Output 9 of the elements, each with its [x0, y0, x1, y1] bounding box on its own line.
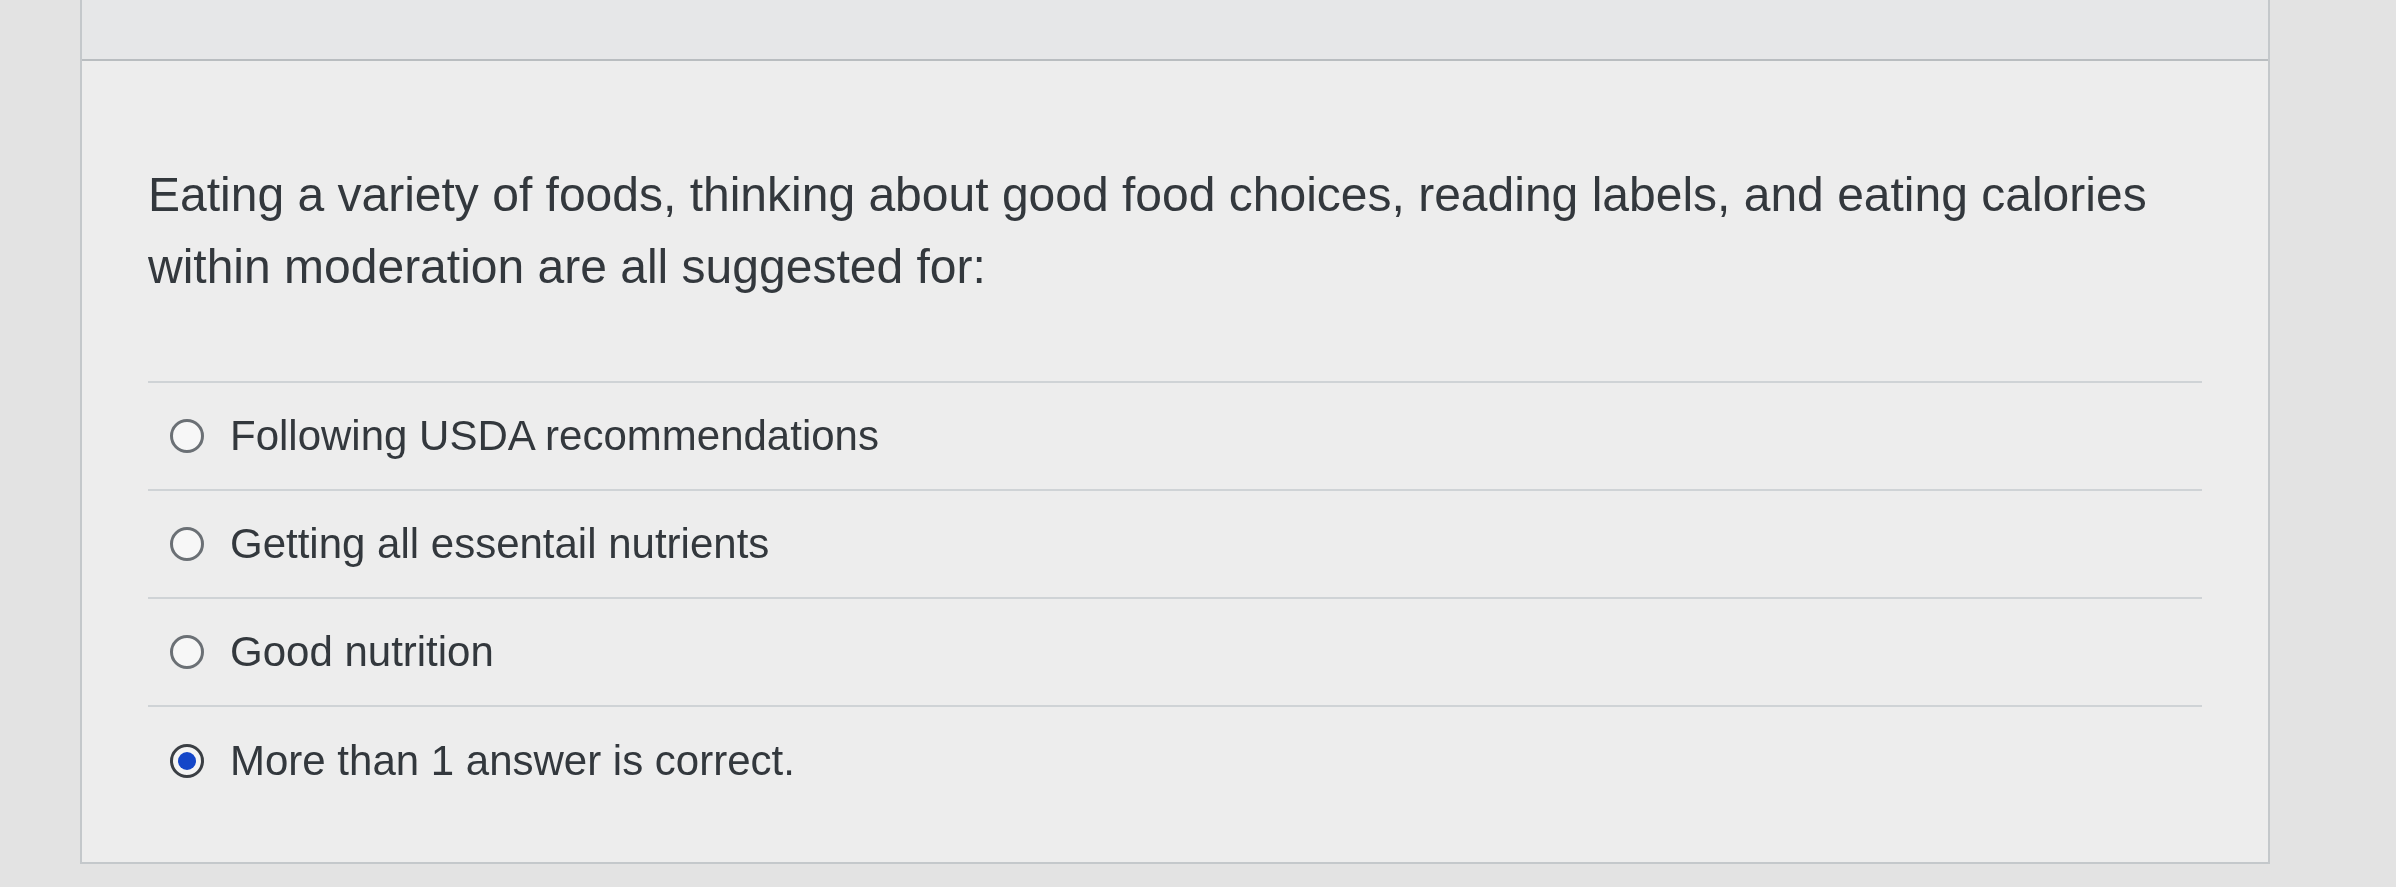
answer-label[interactable]: Following USDA recommendations	[230, 410, 879, 462]
radio-button[interactable]	[170, 744, 204, 778]
radio-button[interactable]	[170, 419, 204, 453]
answer-label[interactable]: More than 1 answer is correct.	[230, 735, 795, 787]
question-text: Eating a variety of foods, thinking about good food choices, reading labels, and eating calories within moderation are all suggested for:	[148, 167, 2148, 295]
answer-label[interactable]: Getting all essentail nutrients	[230, 518, 770, 570]
answer-label[interactable]: Good nutrition	[230, 626, 494, 678]
radio-button[interactable]	[170, 635, 204, 669]
radio-button[interactable]	[170, 527, 204, 561]
